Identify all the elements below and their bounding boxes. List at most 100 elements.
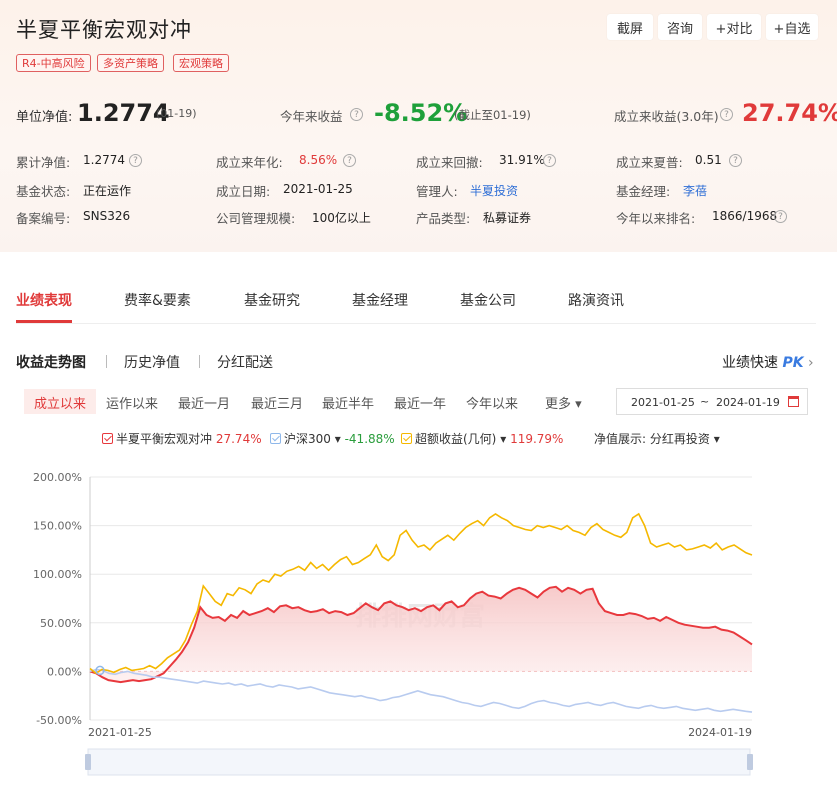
caret-down-icon: ▾ [713, 432, 720, 446]
series-line-1 [89, 668, 753, 713]
ytd-note: (截止至01-19) [454, 108, 531, 122]
nav-display-label: 净值展示: [594, 432, 647, 446]
range-option[interactable]: 今年以来 [466, 393, 518, 412]
active-tab-indicator [16, 320, 72, 323]
detail-value: 1.2774 [83, 153, 125, 167]
detail-value: 2021-01-25 [283, 182, 353, 196]
detail-label: 备案编号: [16, 211, 71, 226]
legend-excess[interactable]: 超额收益(几何) ▾ 119.79% [401, 430, 563, 447]
y-tick-label: 50.00% [40, 617, 82, 630]
range-option[interactable]: 更多 ▾ [545, 393, 582, 412]
strategy-tag: 多资产策略 [97, 54, 164, 72]
tab-item[interactable]: 路演资讯 [568, 290, 624, 310]
start-date: 2021-01-25 [631, 396, 695, 409]
nav-display-value: 分红再投资 [649, 432, 710, 446]
legend-value: 27.74% [215, 432, 262, 446]
calendar-icon[interactable] [788, 396, 799, 407]
legend-value: 119.79% [510, 432, 564, 446]
detail-label: 成立来年化: [216, 155, 283, 170]
risk-tag: R4-中高风险 [16, 54, 91, 72]
since-inception-value: 27.74% [742, 99, 837, 127]
help-icon[interactable]: ? [774, 210, 787, 223]
x-tick-label: 2021-01-25 [88, 726, 152, 739]
range-label: 最近一年 [394, 397, 447, 412]
divider [199, 355, 200, 368]
ytd-label: 今年来收益 [280, 109, 343, 124]
legend-name: 沪深300 [284, 432, 331, 446]
chevron-right-icon: › [808, 355, 814, 371]
help-icon[interactable]: ? [729, 154, 742, 167]
detail-label: 成立来夏普: [616, 155, 683, 170]
tab-divider [16, 323, 816, 324]
detail-value: 31.91% [499, 153, 545, 167]
detail-label: 公司管理规模: [216, 211, 296, 226]
help-icon[interactable]: ? [543, 154, 556, 167]
range-option[interactable]: 最近三月 [251, 393, 303, 412]
range-option[interactable]: 最近一年 [394, 393, 446, 412]
nav-display-select[interactable]: 净值展示: 分红再投资 ▾ [594, 430, 720, 447]
slider-handle-left[interactable] [85, 754, 91, 770]
tab-item[interactable]: 费率&要素 [124, 290, 191, 310]
detail-value[interactable]: 半夏投资 [470, 182, 518, 199]
detail-label: 今年以来排名: [616, 211, 696, 226]
range-slider[interactable] [87, 748, 751, 776]
subtab-dividends[interactable]: 分红配送 [217, 352, 273, 372]
caret-down-icon: ▾ [500, 432, 507, 446]
detail-label: 基金状态: [16, 184, 71, 199]
detail-value: 0.51 [695, 153, 722, 167]
legend-name: 超额收益(几何) [415, 432, 497, 446]
checkbox-icon [401, 433, 412, 444]
help-icon[interactable]: ? [720, 108, 733, 121]
range-option[interactable]: 运作以来 [106, 393, 158, 412]
help-icon[interactable]: ? [350, 108, 363, 121]
nav-label: 单位净值: [16, 110, 73, 125]
detail-value: 1866/1968 [712, 209, 778, 223]
slider-handle-right[interactable] [747, 754, 753, 770]
screenshot-button[interactable]: 截屏 [607, 14, 653, 40]
end-date: 2024-01-19 [716, 396, 780, 409]
tab-item[interactable]: 基金公司 [460, 290, 516, 310]
quick-compare-link[interactable]: 业绩快速 PK › [722, 352, 814, 372]
legend-fund[interactable]: 半夏平衡宏观对冲 27.74% [102, 430, 262, 447]
y-tick-label: 0.00% [47, 665, 82, 678]
range-label: 更多 [545, 397, 572, 412]
checkbox-icon [102, 433, 113, 444]
legend-benchmark[interactable]: 沪深300 ▾ -41.88% [270, 430, 395, 447]
detail-label: 成立来回撤: [416, 155, 483, 170]
y-tick-label: -50.00% [36, 714, 82, 727]
watchlist-button[interactable]: +自选 [766, 14, 818, 40]
quick-compare-label: 业绩快速 [722, 355, 778, 371]
range-label: 最近半年 [322, 397, 375, 412]
tab-item[interactable]: 业绩表现 [16, 290, 72, 310]
subtab-history-nav[interactable]: 历史净值 [124, 352, 180, 372]
help-icon[interactable]: ? [129, 154, 142, 167]
fund-header: 半夏平衡宏观对冲 截屏 咨询 +对比 +自选 R4-中高风险 多资产策略 宏观策… [0, 0, 837, 252]
range-option[interactable]: 成立以来 [34, 393, 86, 412]
detail-value: SNS326 [83, 209, 131, 223]
date-range-picker[interactable]: 2021-01-25 ~ 2024-01-19 [616, 388, 808, 415]
range-label: 今年以来 [466, 397, 519, 412]
compare-button[interactable]: +对比 [707, 14, 761, 40]
y-tick-label: 100.00% [33, 568, 82, 581]
y-tick-label: 200.00% [33, 471, 82, 484]
detail-value: 8.56% [299, 153, 338, 167]
range-label: 运作以来 [106, 397, 159, 412]
range-label: 最近三月 [251, 397, 304, 412]
detail-label: 管理人: [416, 184, 458, 199]
strategy-tag: 宏观策略 [173, 54, 229, 72]
consult-button[interactable]: 咨询 [658, 14, 702, 40]
help-icon[interactable]: ? [343, 154, 356, 167]
return-chart[interactable]: 200.00%150.00%100.00%50.00%0.00%-50.00%排… [0, 460, 837, 785]
range-option[interactable]: 最近一月 [178, 393, 230, 412]
caret-down-icon: ▾ [334, 432, 341, 446]
range-option[interactable]: 最近半年 [322, 393, 374, 412]
y-tick-label: 150.00% [33, 520, 82, 533]
subtab-return-chart[interactable]: 收益走势图 [16, 352, 86, 372]
legend-name: 半夏平衡宏观对冲 [116, 432, 213, 446]
detail-value[interactable]: 李蓓 [683, 182, 707, 199]
nav-date: (01-19) [156, 107, 197, 120]
tab-item[interactable]: 基金研究 [244, 290, 300, 310]
tab-item[interactable]: 基金经理 [352, 290, 408, 310]
detail-label: 产品类型: [416, 211, 471, 226]
since-inception-label: 成立来收益(3.0年) [614, 109, 719, 124]
